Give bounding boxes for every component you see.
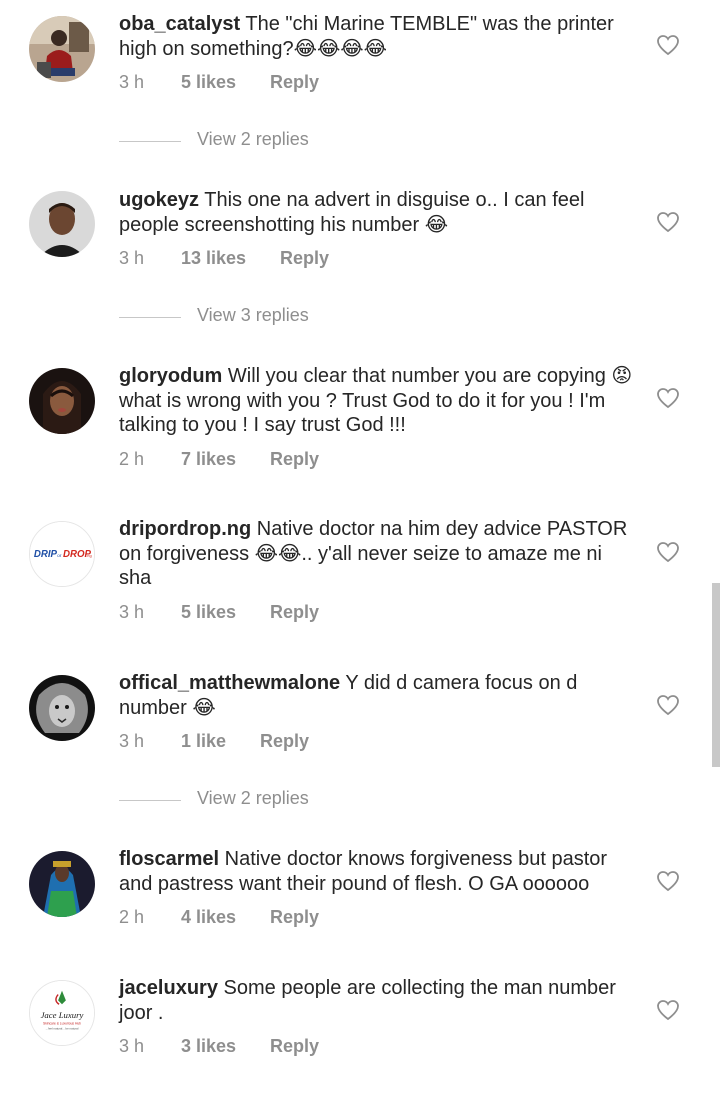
jace-logo-line1: Skincare & Luxurious Hub [43, 1022, 81, 1026]
avatar[interactable]: Jace Luxury Skincare & Luxurious Hub ...… [29, 980, 95, 1046]
comment-time: 2 h [119, 449, 145, 469]
heart-outline-icon[interactable] [656, 870, 680, 892]
avatar[interactable] [29, 16, 95, 82]
heart-outline-icon[interactable] [656, 694, 680, 716]
view-replies-label: View 3 replies [197, 305, 309, 325]
drip-logo-text: DRIP [34, 549, 58, 560]
jace-logo-line2: ...feel natural... be natural [46, 1026, 79, 1030]
reply-button[interactable]: Reply [270, 907, 319, 928]
replies-divider [119, 317, 181, 318]
avatar[interactable] [29, 191, 95, 257]
comment-username[interactable]: jaceluxury [119, 977, 218, 999]
reply-button[interactable]: Reply [260, 731, 309, 752]
heart-outline-icon[interactable] [656, 211, 680, 233]
jace-logo-title: Jace Luxury [41, 1010, 84, 1020]
comment-time: 3 h [119, 248, 145, 268]
reply-button[interactable]: Reply [270, 602, 319, 623]
comment-likes[interactable]: 7 likes [181, 449, 236, 470]
reply-button[interactable]: Reply [270, 449, 319, 470]
reply-button[interactable]: Reply [270, 72, 319, 93]
replies-divider [119, 141, 181, 142]
view-replies-label: View 2 replies [197, 129, 309, 149]
comment-likes[interactable]: 1 like [181, 731, 226, 752]
comment-username[interactable]: oba_catalyst [119, 13, 240, 35]
scrollbar[interactable] [712, 583, 720, 767]
comment-time: 3 h [119, 731, 145, 751]
reply-button[interactable]: Reply [280, 248, 329, 269]
comment-likes[interactable]: 5 likes [181, 602, 236, 623]
heart-outline-icon[interactable] [656, 387, 680, 409]
comment-time: 3 h [119, 72, 145, 92]
comment-username[interactable]: gloryodum [119, 365, 222, 387]
heart-outline-icon[interactable] [656, 999, 680, 1021]
heart-outline-icon[interactable] [656, 34, 680, 56]
comment-time: 2 h [119, 907, 145, 927]
heart-outline-icon[interactable] [656, 541, 680, 563]
comment-username[interactable]: offical_matthewmalone [119, 672, 340, 694]
replies-divider [119, 800, 181, 801]
drop-logo-suffix: .ng [86, 553, 91, 558]
avatar[interactable] [29, 851, 95, 917]
comment-likes[interactable]: 5 likes [181, 72, 236, 93]
comment-username[interactable]: ugokeyz [119, 189, 199, 211]
avatar[interactable]: DRIP or DROP .ng [29, 521, 95, 587]
comment-username[interactable]: dripordrop.ng [119, 518, 251, 540]
comment-likes[interactable]: 4 likes [181, 907, 236, 928]
drip-logo-mid: or [57, 553, 62, 559]
comment-username[interactable]: floscarmel [119, 848, 219, 870]
view-replies-label: View 2 replies [197, 788, 309, 808]
avatar[interactable] [29, 675, 95, 741]
reply-button[interactable]: Reply [270, 1036, 319, 1057]
comment-likes[interactable]: 13 likes [181, 248, 246, 269]
comment-time: 3 h [119, 602, 145, 622]
comment-likes[interactable]: 3 likes [181, 1036, 236, 1057]
comment-time: 3 h [119, 1036, 145, 1056]
avatar[interactable] [29, 368, 95, 434]
